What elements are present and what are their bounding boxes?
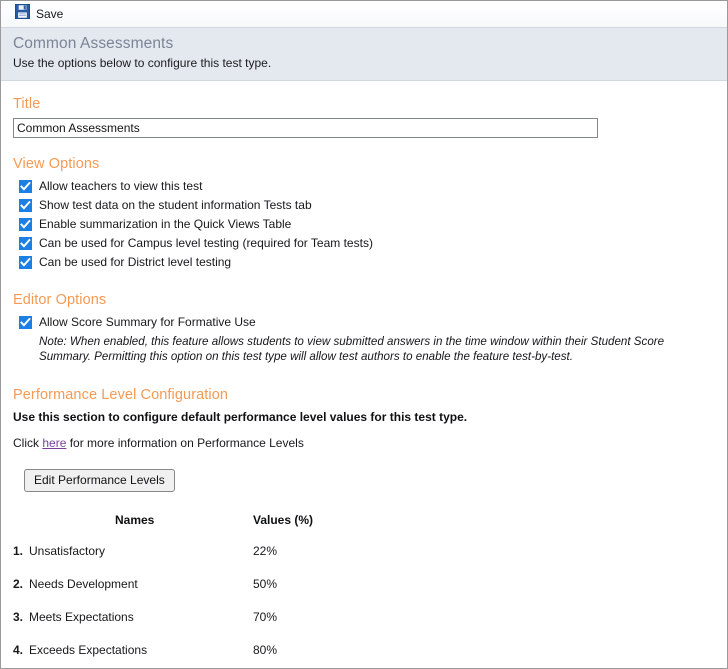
checkbox-row-show-test-data[interactable]: Show test data on the student informatio… [13, 197, 715, 216]
row-value: 50% [253, 577, 278, 591]
section-heading-view-options: View Options [13, 156, 100, 172]
table-header-row: Names Values (%) [13, 513, 363, 544]
section-heading-title: Title [13, 96, 41, 112]
title-input[interactable] [13, 118, 598, 138]
checkbox-checked-icon[interactable] [19, 256, 32, 269]
column-header-names: Names [115, 513, 155, 527]
row-rank: 1. [13, 544, 24, 558]
here-link[interactable]: here [42, 436, 66, 450]
checkbox-row-district-level-testing[interactable]: Can be used for District level testing [13, 254, 715, 273]
editor-options-note: Note: When enabled, this feature allows … [39, 335, 665, 363]
checkbox-checked-icon[interactable] [19, 237, 32, 250]
form-content: Title View Options Allow teachers to vie… [1, 95, 727, 668]
checkbox-row-campus-level-testing[interactable]: Can be used for Campus level testing (re… [13, 235, 715, 254]
floppy-disk-save-icon [15, 4, 30, 24]
table-row: 2. Needs Development 50% [13, 577, 363, 610]
checkbox-label: Can be used for District level testing [39, 255, 232, 269]
checkbox-label: Can be used for Campus level testing (re… [39, 236, 373, 250]
row-name: Meets Expectations [29, 610, 134, 624]
page-header-band: Common Assessments Use the options below… [1, 28, 727, 81]
section-heading-editor-options: Editor Options [13, 292, 107, 308]
row-value: 70% [253, 610, 278, 624]
checkbox-checked-icon[interactable] [19, 218, 32, 231]
test-type-configuration-window: Save Common Assessments Use the options … [0, 0, 728, 669]
checkbox-label: Allow teachers to view this test [39, 179, 203, 193]
checkbox-label: Allow Score Summary for Formative Use [39, 315, 256, 329]
column-header-spacer [13, 513, 29, 544]
row-value: 22% [253, 544, 278, 558]
checkbox-row-enable-summarization[interactable]: Enable summarization in the Quick Views … [13, 216, 715, 235]
row-name: Unsatisfactory [29, 544, 106, 558]
checkbox-row-allow-teachers-view[interactable]: Allow teachers to view this test [13, 178, 715, 197]
row-name: Exceeds Expectations [29, 643, 148, 657]
checkbox-checked-icon[interactable] [19, 180, 32, 193]
page-title: Common Assessments [13, 35, 174, 52]
save-button-label: Save [36, 7, 64, 21]
performance-levels-table: Names Values (%) 1. Unsatisfactory 22% 2… [13, 513, 363, 668]
help-suffix: for more information on Performance Leve… [66, 436, 304, 450]
help-prefix: Click [13, 436, 43, 450]
performance-levels-description: Use this section to configure default pe… [13, 410, 468, 424]
row-rank: 4. [13, 643, 24, 657]
section-heading-performance-level-configuration: Performance Level Configuration [13, 387, 229, 403]
save-button[interactable]: Save [10, 3, 68, 26]
column-header-values: Values (%) [253, 513, 314, 527]
performance-levels-help-line: Click here for more information on Perfo… [13, 435, 715, 452]
checkbox-checked-icon[interactable] [19, 199, 32, 212]
row-value: 80% [253, 643, 278, 657]
row-rank: 3. [13, 610, 24, 624]
checkbox-label: Show test data on the student informatio… [39, 198, 312, 212]
table-row: 4. Exceeds Expectations 80% [13, 643, 363, 668]
table-row: 3. Meets Expectations 70% [13, 610, 363, 643]
table-row: 1. Unsatisfactory 22% [13, 544, 363, 577]
toolbar: Save [1, 1, 727, 28]
edit-performance-levels-button[interactable]: Edit Performance Levels [24, 469, 175, 492]
page-subtitle: Use the options below to configure this … [13, 56, 272, 70]
checkbox-checked-icon[interactable] [19, 316, 32, 329]
row-name: Needs Development [29, 577, 138, 591]
checkbox-row-allow-score-summary[interactable]: Allow Score Summary for Formative Use [13, 314, 715, 333]
checkbox-label: Enable summarization in the Quick Views … [39, 217, 292, 231]
row-rank: 2. [13, 577, 24, 591]
